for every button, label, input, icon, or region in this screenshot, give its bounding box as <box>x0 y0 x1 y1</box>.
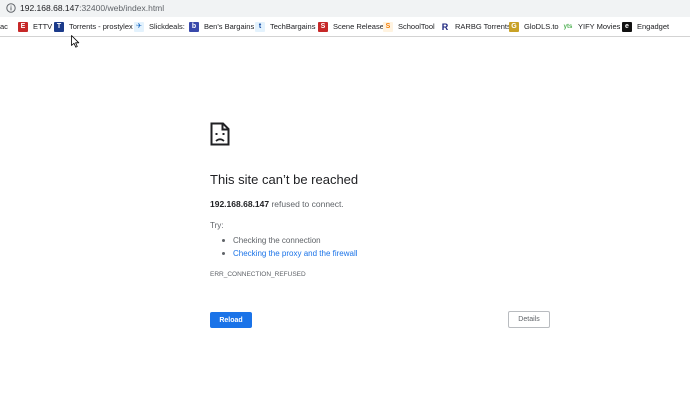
bookmark-label: ac <box>0 22 8 31</box>
bookmark-bens-bargains[interactable]: b Ben's Bargains <box>189 17 254 36</box>
info-icon[interactable] <box>6 3 16 13</box>
bookmark-label: YIFY Movies <box>578 22 621 31</box>
bookmark-ac[interactable]: ac <box>0 17 8 36</box>
bookmark-yify[interactable]: yts YIFY Movies <box>563 17 620 36</box>
ettv-icon: E <box>18 21 28 32</box>
bookmark-label: Slickdeals: <box>149 22 185 31</box>
browser-window: 192.168.68.147:32400/web/index.html ac E… <box>0 0 690 407</box>
reload-button[interactable]: Reload <box>210 312 252 328</box>
bookmark-schooltool[interactable]: S SchoolTool <box>383 17 435 36</box>
bookmark-engadget[interactable]: e Engadget <box>622 17 669 36</box>
bookmark-scene-release[interactable]: S Scene Release <box>318 17 384 36</box>
slickdeals-icon: ✈ <box>134 21 144 32</box>
bookmarks-bar: ac E ETTV T Torrents - prostylex ✈ Slick… <box>0 17 690 37</box>
yify-icon: yts <box>563 21 573 32</box>
bookmark-slickdeals[interactable]: ✈ Slickdeals: <box>134 17 185 36</box>
address-bar[interactable]: 192.168.68.147:32400/web/index.html <box>0 0 690 17</box>
error-title: This site can’t be reached <box>210 172 359 187</box>
suggestion-check-proxy-firewall-link[interactable]: Checking the proxy and the firewall <box>221 248 358 261</box>
rarbg-icon: R <box>440 21 450 32</box>
scene-release-icon: S <box>318 21 328 32</box>
bookmark-label: Scene Release <box>333 22 384 31</box>
details-button[interactable]: Details <box>508 311 550 328</box>
bookmark-label: Engadget <box>637 22 670 31</box>
error-host: 192.168.68.147 <box>210 199 270 209</box>
url-host: 192.168.68.147 <box>20 3 80 13</box>
bookmark-techbargains[interactable]: t TechBargains <box>255 17 315 36</box>
bookmark-label: ETTV <box>33 22 53 31</box>
url-text[interactable]: 192.168.68.147:32400/web/index.html <box>20 2 164 15</box>
bookmark-rarbg[interactable]: R RARBG Torrents <box>440 17 511 36</box>
error-message: 192.168.68.147 refused to connect. <box>210 199 344 209</box>
error-code: ERR_CONNECTION_REFUSED <box>210 271 306 278</box>
suggestion-list: Checking the connection Checking the pro… <box>221 235 358 261</box>
bookmark-label: Torrents - prostylex <box>69 22 133 31</box>
suggestion-check-connection: Checking the connection <box>221 235 358 248</box>
bookmark-label: RARBG Torrents <box>455 22 511 31</box>
schooltool-icon: S <box>383 21 393 32</box>
techbargains-icon: t <box>255 21 265 32</box>
mouse-cursor-icon <box>71 35 80 48</box>
bookmark-torrents-prostylex[interactable]: T Torrents - prostylex <box>54 17 133 36</box>
torrents-icon: T <box>54 21 64 32</box>
bookmark-ettv[interactable]: E ETTV <box>18 17 52 36</box>
try-label: Try: <box>210 221 224 230</box>
bens-bargains-icon: b <box>189 21 199 32</box>
glodls-icon: G <box>509 21 519 32</box>
bookmark-label: SchoolTool <box>398 22 435 31</box>
bookmark-label: Ben's Bargains <box>204 22 255 31</box>
bookmark-glodls[interactable]: G GloDLS.to <box>509 17 559 36</box>
bookmark-label: GloDLS.to <box>524 22 559 31</box>
sad-page-icon <box>210 122 230 146</box>
url-path: :32400/web/index.html <box>79 3 165 13</box>
engadget-icon: e <box>622 21 632 32</box>
bookmark-label: TechBargains <box>270 22 316 31</box>
error-message-text: refused to connect. <box>269 199 344 209</box>
